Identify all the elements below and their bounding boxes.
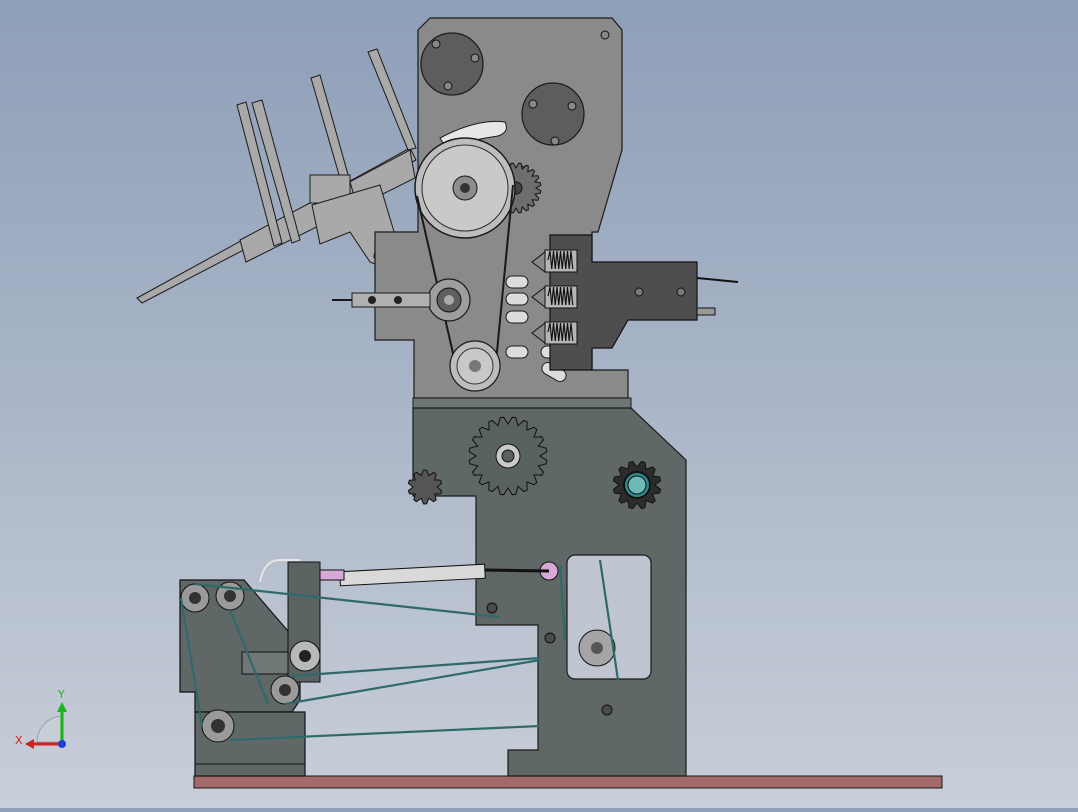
x-axis-arrowhead [25,739,34,749]
x-axis-label: X [15,734,23,747]
mechanism-drawing: Y X [15,17,943,789]
bearing [289,640,321,672]
gear-hub [627,475,647,495]
large-sprocket [468,416,548,496]
y-axis-arrowhead [57,702,67,712]
gear-hub [501,449,515,463]
top-disc-left [420,32,484,96]
z-axis-point [58,740,66,748]
feeder-rails [136,48,417,304]
main-pulley [414,137,516,239]
horizontal-shaft [332,292,431,308]
base-plate [193,775,943,789]
window-pulley [578,629,616,667]
top-disc-right [521,82,585,146]
housing-bolt [600,30,610,40]
housing-divider [412,397,632,409]
bearing [180,583,210,613]
y-axis-label: Y [57,688,65,701]
bearing [270,675,300,705]
idler-pulley [427,278,471,322]
cad-viewport[interactable]: Y X [0,0,1078,808]
axis-triad: Y X [15,688,67,749]
triad-arc [36,715,63,743]
lower-pulley [449,340,501,392]
small-sprocket [612,460,662,510]
bearing [201,709,235,743]
